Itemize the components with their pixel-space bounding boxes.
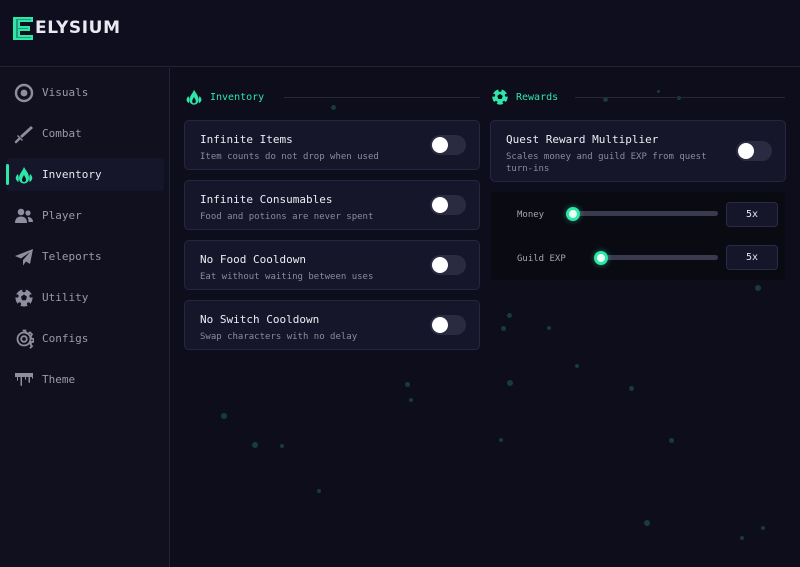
section-title: Rewards <box>516 91 559 103</box>
active-indicator <box>6 164 9 185</box>
option-title: Infinite Consumables <box>200 193 333 206</box>
particle <box>507 380 513 386</box>
eye-icon <box>14 83 34 103</box>
sidebar-item-label: Combat <box>42 127 82 140</box>
sidebar-item-label: Inventory <box>42 168 102 181</box>
sidebar-item-label: Configs <box>42 332 89 345</box>
option-description: Swap characters with no delay <box>200 332 358 342</box>
no-food-cooldown-toggle[interactable] <box>430 255 466 275</box>
sidebar-item-teleports[interactable]: Teleports <box>6 240 164 273</box>
guild-exp-slider-thumb[interactable] <box>594 251 608 265</box>
particle <box>501 326 506 331</box>
sidebar-item-label: Theme <box>42 373 76 386</box>
option-description-line: Scales money and guild EXP from quest <box>506 152 707 162</box>
multiplier-slider-panel: Money 5x Guild EXP 5x <box>491 192 785 280</box>
sidebar-item-player[interactable]: Player <box>6 199 164 232</box>
particle <box>657 90 660 93</box>
guild-exp-slider-track[interactable] <box>601 255 718 260</box>
toggle-knob <box>432 137 448 153</box>
rewards-section-header: Rewards <box>491 87 558 107</box>
flame-icon <box>186 89 202 105</box>
guild-exp-slider-label: Guild EXP <box>517 254 566 264</box>
sidebar-item-utility[interactable]: Utility <box>6 281 164 314</box>
sidebar: Visuals Combat Inventory Player Teleport… <box>0 68 170 567</box>
inventory-section-header: Inventory <box>185 87 264 107</box>
money-value-box[interactable]: 5x <box>726 202 778 227</box>
app-name: ELYSIUM <box>35 18 121 38</box>
particle <box>669 438 674 443</box>
option-description-line: turn-ins <box>506 164 550 174</box>
particle <box>252 442 258 448</box>
money-slider-label: Money <box>517 210 545 220</box>
soccer-ball-icon <box>15 288 33 307</box>
sidebar-item-inventory[interactable]: Inventory <box>6 158 164 191</box>
option-card-infinite-consumables: Infinite Consumables Food and potions ar… <box>184 180 480 230</box>
particle <box>547 326 551 330</box>
particle <box>629 386 634 391</box>
soccer-ball-icon <box>492 88 508 105</box>
option-description: Item counts do not drop when used <box>200 152 379 162</box>
logo-e-icon <box>13 16 33 40</box>
sidebar-item-label: Visuals <box>42 86 89 99</box>
sidebar-item-visuals[interactable]: Visuals <box>6 76 164 109</box>
gear-icon <box>16 329 34 349</box>
users-icon <box>15 208 33 223</box>
option-card-no-switch-cooldown: No Switch Cooldown Swap characters with … <box>184 300 480 350</box>
sword-icon <box>14 126 33 144</box>
section-divider <box>575 97 785 98</box>
paint-drip-icon <box>15 373 33 386</box>
option-card-quest-reward-multiplier: Quest Reward Multiplier Scales money and… <box>490 120 786 182</box>
particle <box>317 489 321 493</box>
option-description: Food and potions are never spent <box>200 212 374 222</box>
particle <box>755 285 761 291</box>
option-description: Eat without waiting between uses <box>200 272 374 282</box>
sidebar-item-label: Teleports <box>42 250 102 263</box>
particle <box>507 313 512 318</box>
particle <box>575 364 579 368</box>
flame-icon <box>15 167 33 184</box>
sidebar-item-label: Utility <box>42 291 89 304</box>
particle <box>644 520 650 526</box>
no-switch-cooldown-toggle[interactable] <box>430 315 466 335</box>
option-title: Infinite Items <box>200 133 293 146</box>
money-slider-thumb[interactable] <box>566 207 580 221</box>
particle <box>405 382 410 387</box>
particle <box>740 536 744 540</box>
toggle-knob <box>432 317 448 333</box>
sidebar-item-theme[interactable]: Theme <box>6 363 164 396</box>
sidebar-item-configs[interactable]: Configs <box>6 322 164 355</box>
guild-exp-value-box[interactable]: 5x <box>726 245 778 270</box>
quest-reward-multiplier-toggle[interactable] <box>736 141 772 161</box>
particle <box>331 105 336 110</box>
option-card-infinite-items: Infinite Items Item counts do not drop w… <box>184 120 480 170</box>
infinite-items-toggle[interactable] <box>430 135 466 155</box>
option-description: Scales money and guild EXP from quest tur… <box>506 151 706 175</box>
particle <box>499 438 503 442</box>
particle <box>409 398 413 402</box>
option-title: Quest Reward Multiplier <box>506 133 659 146</box>
particle <box>761 526 765 530</box>
toggle-knob <box>738 143 754 159</box>
sidebar-item-label: Player <box>42 209 82 222</box>
section-title: Inventory <box>210 91 265 103</box>
toggle-knob <box>432 257 448 273</box>
app-logo: ELYSIUM <box>12 15 121 41</box>
option-title: No Switch Cooldown <box>200 313 320 326</box>
money-slider-track[interactable] <box>573 211 718 216</box>
particle <box>221 413 227 419</box>
toggle-knob <box>432 197 448 213</box>
content-area: Inventory Rewards Infinite Items Item co… <box>171 68 800 567</box>
sidebar-item-combat[interactable]: Combat <box>6 117 164 150</box>
section-divider <box>284 97 480 98</box>
paper-plane-icon <box>15 249 33 266</box>
app-header: ELYSIUM <box>0 0 800 67</box>
option-card-no-food-cooldown: No Food Cooldown Eat without waiting bet… <box>184 240 480 290</box>
infinite-consumables-toggle[interactable] <box>430 195 466 215</box>
particle <box>280 444 284 448</box>
option-title: No Food Cooldown <box>200 253 306 266</box>
